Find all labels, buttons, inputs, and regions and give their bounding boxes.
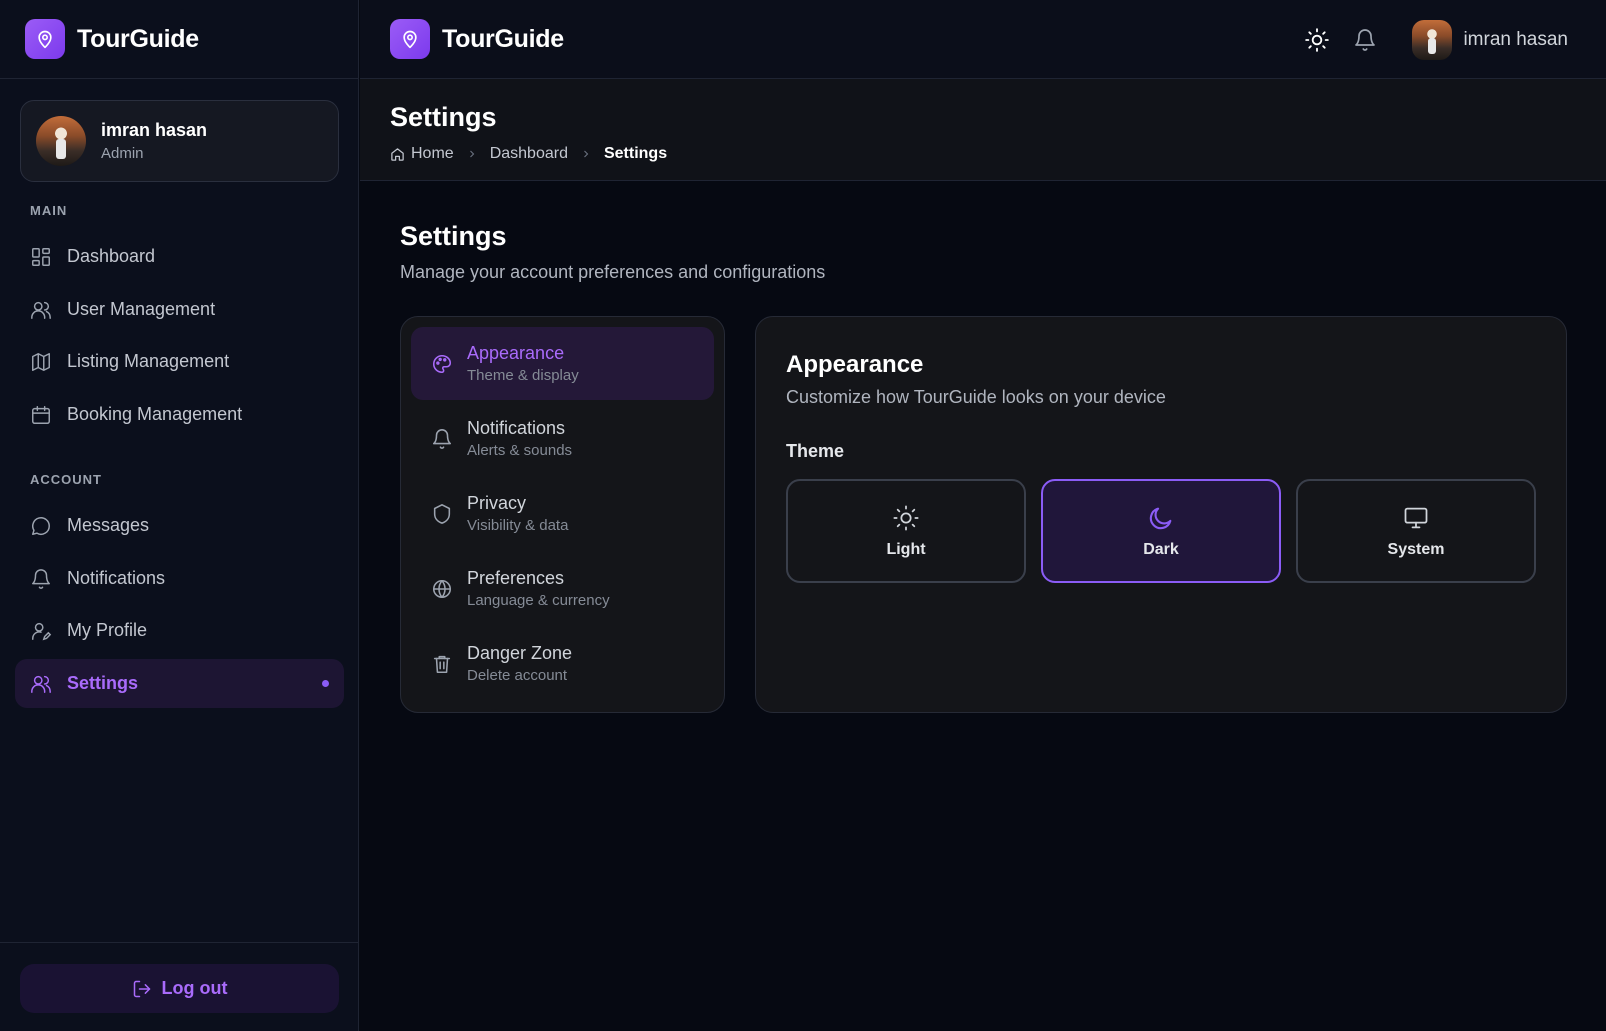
topbar-brand[interactable]: TourGuide — [390, 19, 564, 59]
settings-tab-title: Danger Zone — [467, 643, 573, 663]
sidebar-item-label: My Profile — [67, 620, 148, 640]
message-icon — [32, 516, 50, 535]
main-title: Settings — [400, 221, 507, 251]
top-bar: TourGuide imran hasan — [360, 0, 1606, 79]
theme-option-label: System — [1387, 540, 1445, 558]
user-card[interactable]: imran hasan Admin — [20, 100, 339, 182]
sidebar: TourGuide imran hasan Admin MAIN Dashboa… — [0, 0, 359, 1031]
user-role: Admin — [101, 145, 144, 162]
breadcrumb: Home Dashboard Settings — [390, 145, 1606, 163]
theme-option-dark[interactable]: Dark — [1041, 479, 1281, 583]
logout-label: Log out — [161, 978, 228, 998]
panel-subtitle: Customize how TourGuide looks on your de… — [786, 387, 1166, 407]
active-indicator-dot — [322, 680, 329, 687]
settings-tab-danger-zone[interactable]: Danger Zone Delete account — [411, 627, 714, 700]
sidebar-brand[interactable]: TourGuide — [0, 0, 358, 79]
chevron-right-icon — [584, 150, 589, 158]
sidebar-item-user-management[interactable]: User Management — [15, 285, 344, 334]
theme-option-system[interactable]: System — [1296, 479, 1536, 583]
trash-icon — [433, 655, 451, 673]
sidebar-footer: Log out — [0, 942, 359, 1031]
user-name: imran hasan — [1463, 28, 1568, 50]
settings-tab-subtitle: Visibility & data — [467, 517, 569, 534]
breadcrumb-home[interactable]: Home — [390, 145, 454, 163]
notifications-bell-icon[interactable] — [1352, 27, 1378, 53]
grid-icon — [32, 247, 50, 266]
settings-tab-title: Appearance — [467, 343, 565, 363]
sidebar-item-notifications[interactable]: Notifications — [15, 554, 344, 603]
breadcrumb-dashboard[interactable]: Dashboard — [490, 145, 568, 163]
moon-icon — [1149, 507, 1172, 529]
section-label-account: ACCOUNT — [30, 472, 102, 487]
theme-option-label: Dark — [1143, 540, 1179, 558]
sidebar-item-messages[interactable]: Messages — [15, 501, 344, 550]
globe-icon — [432, 579, 452, 598]
section-label-main: MAIN — [30, 203, 68, 218]
sidebar-item-label: Notifications — [67, 568, 166, 588]
sidebar-item-listing-management[interactable]: Listing Management — [15, 337, 344, 386]
theme-option-label: Light — [886, 540, 926, 558]
sidebar-item-label: Settings — [67, 673, 139, 693]
map-pin-logo-icon — [25, 19, 65, 59]
palette-icon — [433, 354, 452, 373]
panel-title: Appearance — [786, 351, 924, 378]
users-icon — [31, 301, 51, 319]
sidebar-item-label: Messages — [67, 515, 150, 535]
settings-tab-title: Preferences — [467, 568, 565, 588]
theme-toggle-sun-icon[interactable] — [1304, 27, 1330, 53]
home-icon — [391, 147, 404, 161]
main-subtitle: Manage your account preferences and conf… — [400, 262, 826, 282]
monitor-icon — [1404, 507, 1428, 528]
page-header: Settings Home Dashboard Settings — [360, 79, 1606, 181]
brand-name: TourGuide — [77, 24, 199, 53]
logout-button[interactable]: Log out — [20, 964, 339, 1013]
settings-tab-subtitle: Delete account — [467, 667, 568, 684]
logout-icon — [133, 980, 150, 997]
chevron-right-icon — [469, 150, 474, 158]
sidebar-item-booking-management[interactable]: Booking Management — [15, 390, 344, 439]
user-menu[interactable]: imran hasan — [1412, 19, 1568, 60]
theme-option-light[interactable]: Light — [786, 479, 1026, 583]
sidebar-item-label: Dashboard — [67, 246, 156, 266]
breadcrumb-current: Settings — [603, 145, 668, 162]
brand-name: TourGuide — [442, 24, 564, 53]
map-pin-logo-icon — [390, 19, 430, 59]
sidebar-item-my-profile[interactable]: My Profile — [15, 606, 344, 655]
map-icon — [32, 352, 50, 371]
settings-tab-privacy[interactable]: Privacy Visibility & data — [411, 477, 714, 550]
sidebar-item-label: Booking Management — [67, 404, 243, 424]
breadcrumb-label: Home — [411, 145, 454, 162]
settings-tab-subtitle: Alerts & sounds — [467, 442, 573, 459]
avatar — [36, 116, 86, 166]
settings-tab-notifications[interactable]: Notifications Alerts & sounds — [411, 402, 714, 475]
settings-tab-appearance[interactable]: Appearance Theme & display — [411, 327, 714, 400]
sun-icon — [893, 504, 919, 531]
page-title: Settings — [390, 102, 497, 132]
main-heading: Settings Manage your account preferences… — [400, 221, 825, 283]
calendar-icon — [32, 405, 50, 424]
settings-tab-subtitle: Language & currency — [467, 592, 610, 609]
topbar-actions: imran hasan — [1304, 0, 1568, 79]
sidebar-item-dashboard[interactable]: Dashboard — [15, 232, 344, 281]
user-edit-icon — [32, 622, 52, 640]
theme-label: Theme — [786, 441, 845, 461]
theme-options: Light Dark System — [786, 479, 1536, 583]
appearance-panel: Appearance Customize how TourGuide looks… — [755, 316, 1567, 713]
users-icon — [31, 675, 51, 693]
avatar — [1412, 19, 1453, 60]
settings-tab-title: Notifications — [467, 418, 566, 438]
settings-tab-title: Privacy — [467, 493, 527, 513]
settings-tab-subtitle: Theme & display — [467, 367, 579, 384]
sidebar-item-label: User Management — [67, 299, 216, 319]
user-name: imran hasan — [101, 120, 208, 140]
settings-nav: Appearance Theme & display Notifications… — [400, 316, 725, 713]
shield-icon — [433, 503, 451, 524]
settings-tab-preferences[interactable]: Preferences Language & currency — [411, 552, 714, 625]
sidebar-item-label: Listing Management — [67, 351, 230, 371]
bell-icon — [32, 568, 50, 589]
bell-icon — [432, 428, 452, 449]
sidebar-item-settings[interactable]: Settings — [15, 659, 344, 708]
